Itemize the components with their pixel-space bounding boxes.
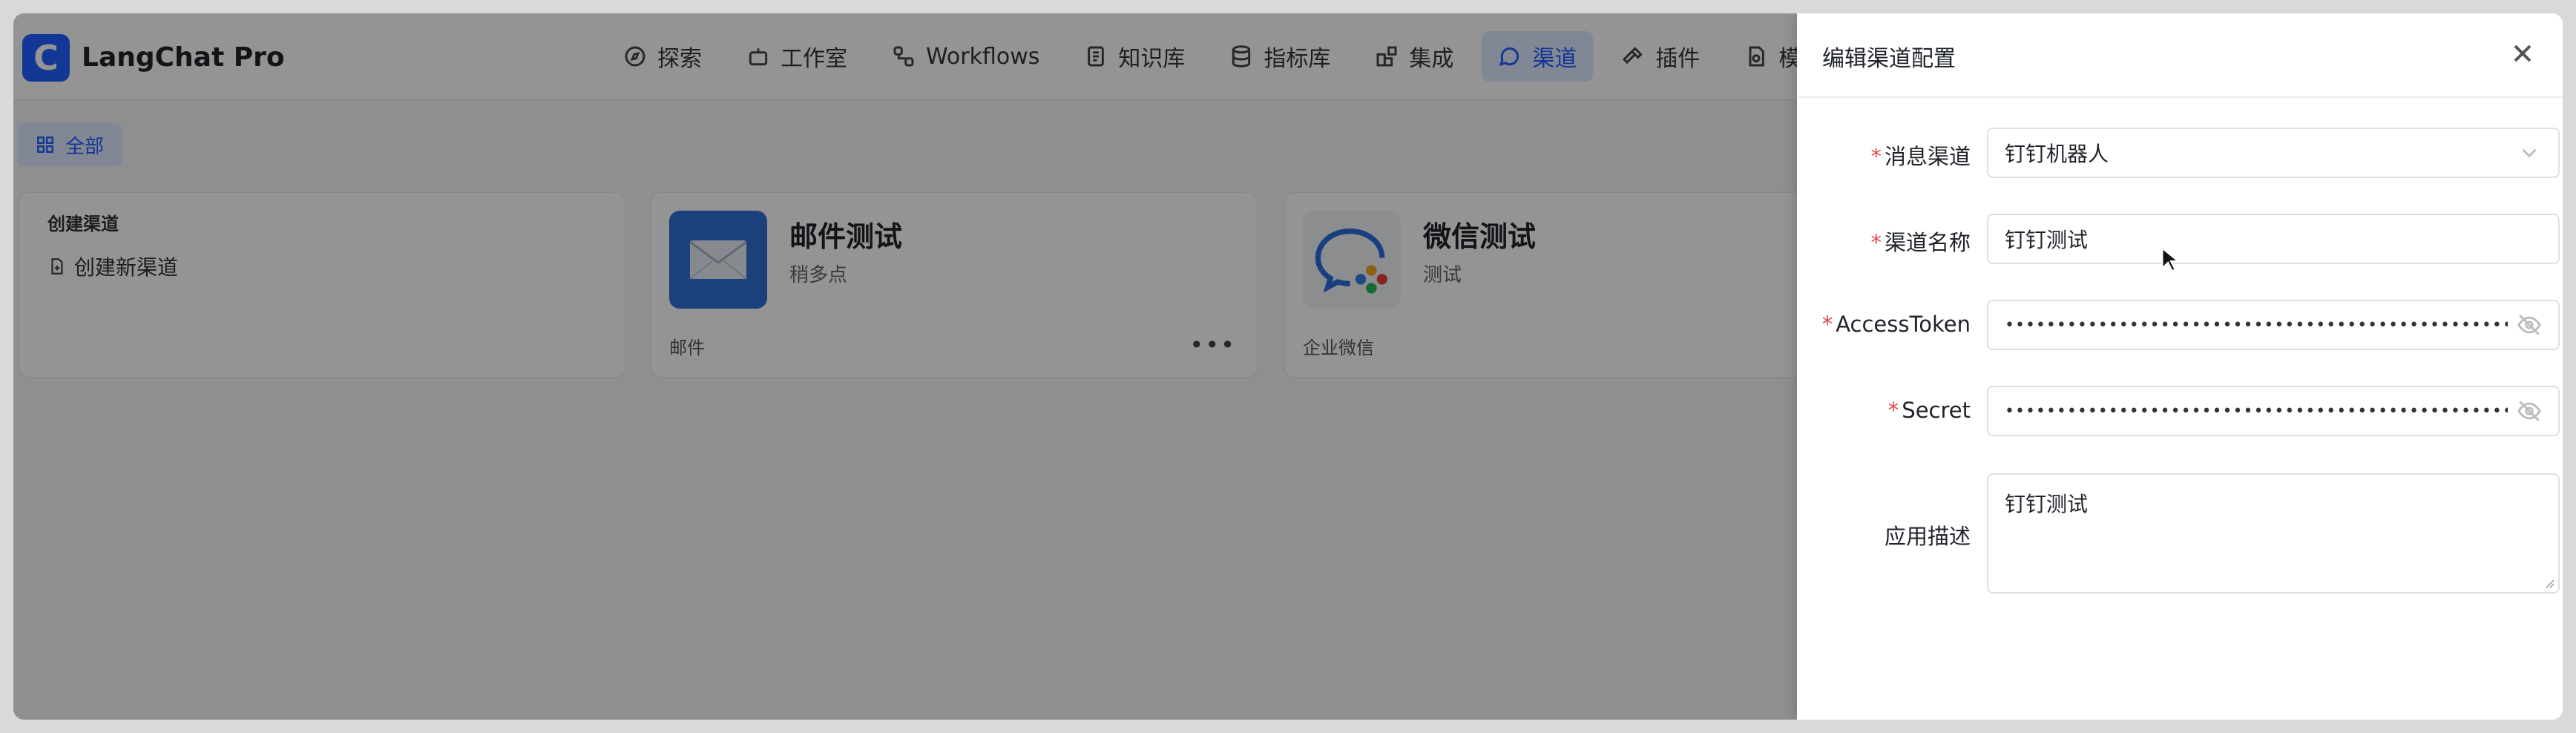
channel-select[interactable]: 钉钉机器人 (1987, 128, 2560, 178)
eye-off-icon[interactable] (2517, 398, 2542, 424)
select-value: 钉钉机器人 (2005, 142, 2109, 166)
input-value: 钉钉测试 (2005, 228, 2089, 252)
field-label: * Secret (1887, 398, 1971, 423)
masked-value: ••••••••••••••••••••••••••••••••••••••••… (2005, 401, 2508, 421)
secret-input[interactable]: ••••••••••••••••••••••••••••••••••••••••… (1987, 386, 2560, 436)
eye-off-icon[interactable] (2517, 312, 2542, 338)
app-window: C LangChat Pro 探索 工作室 Workflows 知识库 指标库 (13, 13, 2563, 720)
resize-handle-icon[interactable] (2543, 577, 2555, 589)
drawer-header: 编辑渠道配置 (1797, 13, 2563, 98)
channel-name-input[interactable]: 钉钉测试 (1987, 214, 2560, 264)
mouse-cursor-icon (2161, 247, 2178, 272)
edit-channel-drawer: 编辑渠道配置 * 消息渠道 钉钉机器人 * 渠道名称 钉钉测试 * AccessTok… (1797, 13, 2563, 720)
access-token-input[interactable]: ••••••••••••••••••••••••••••••••••••••••… (1987, 300, 2560, 350)
description-textarea[interactable]: 钉钉测试 (1987, 473, 2560, 594)
close-icon[interactable] (2508, 39, 2537, 68)
masked-value: ••••••••••••••••••••••••••••••••••••••••… (2005, 315, 2508, 335)
field-label: * 消息渠道 (1870, 144, 1971, 169)
textarea-value: 钉钉测试 (2005, 492, 2089, 516)
modal-overlay[interactable] (13, 13, 1797, 720)
field-label: * 渠道名称 (1870, 230, 1971, 255)
field-label: 应用描述 (1884, 524, 1971, 549)
chevron-down-icon (2522, 148, 2537, 158)
field-label: * AccessToken (1821, 312, 1971, 337)
drawer-title: 编辑渠道配置 (1822, 46, 1956, 72)
